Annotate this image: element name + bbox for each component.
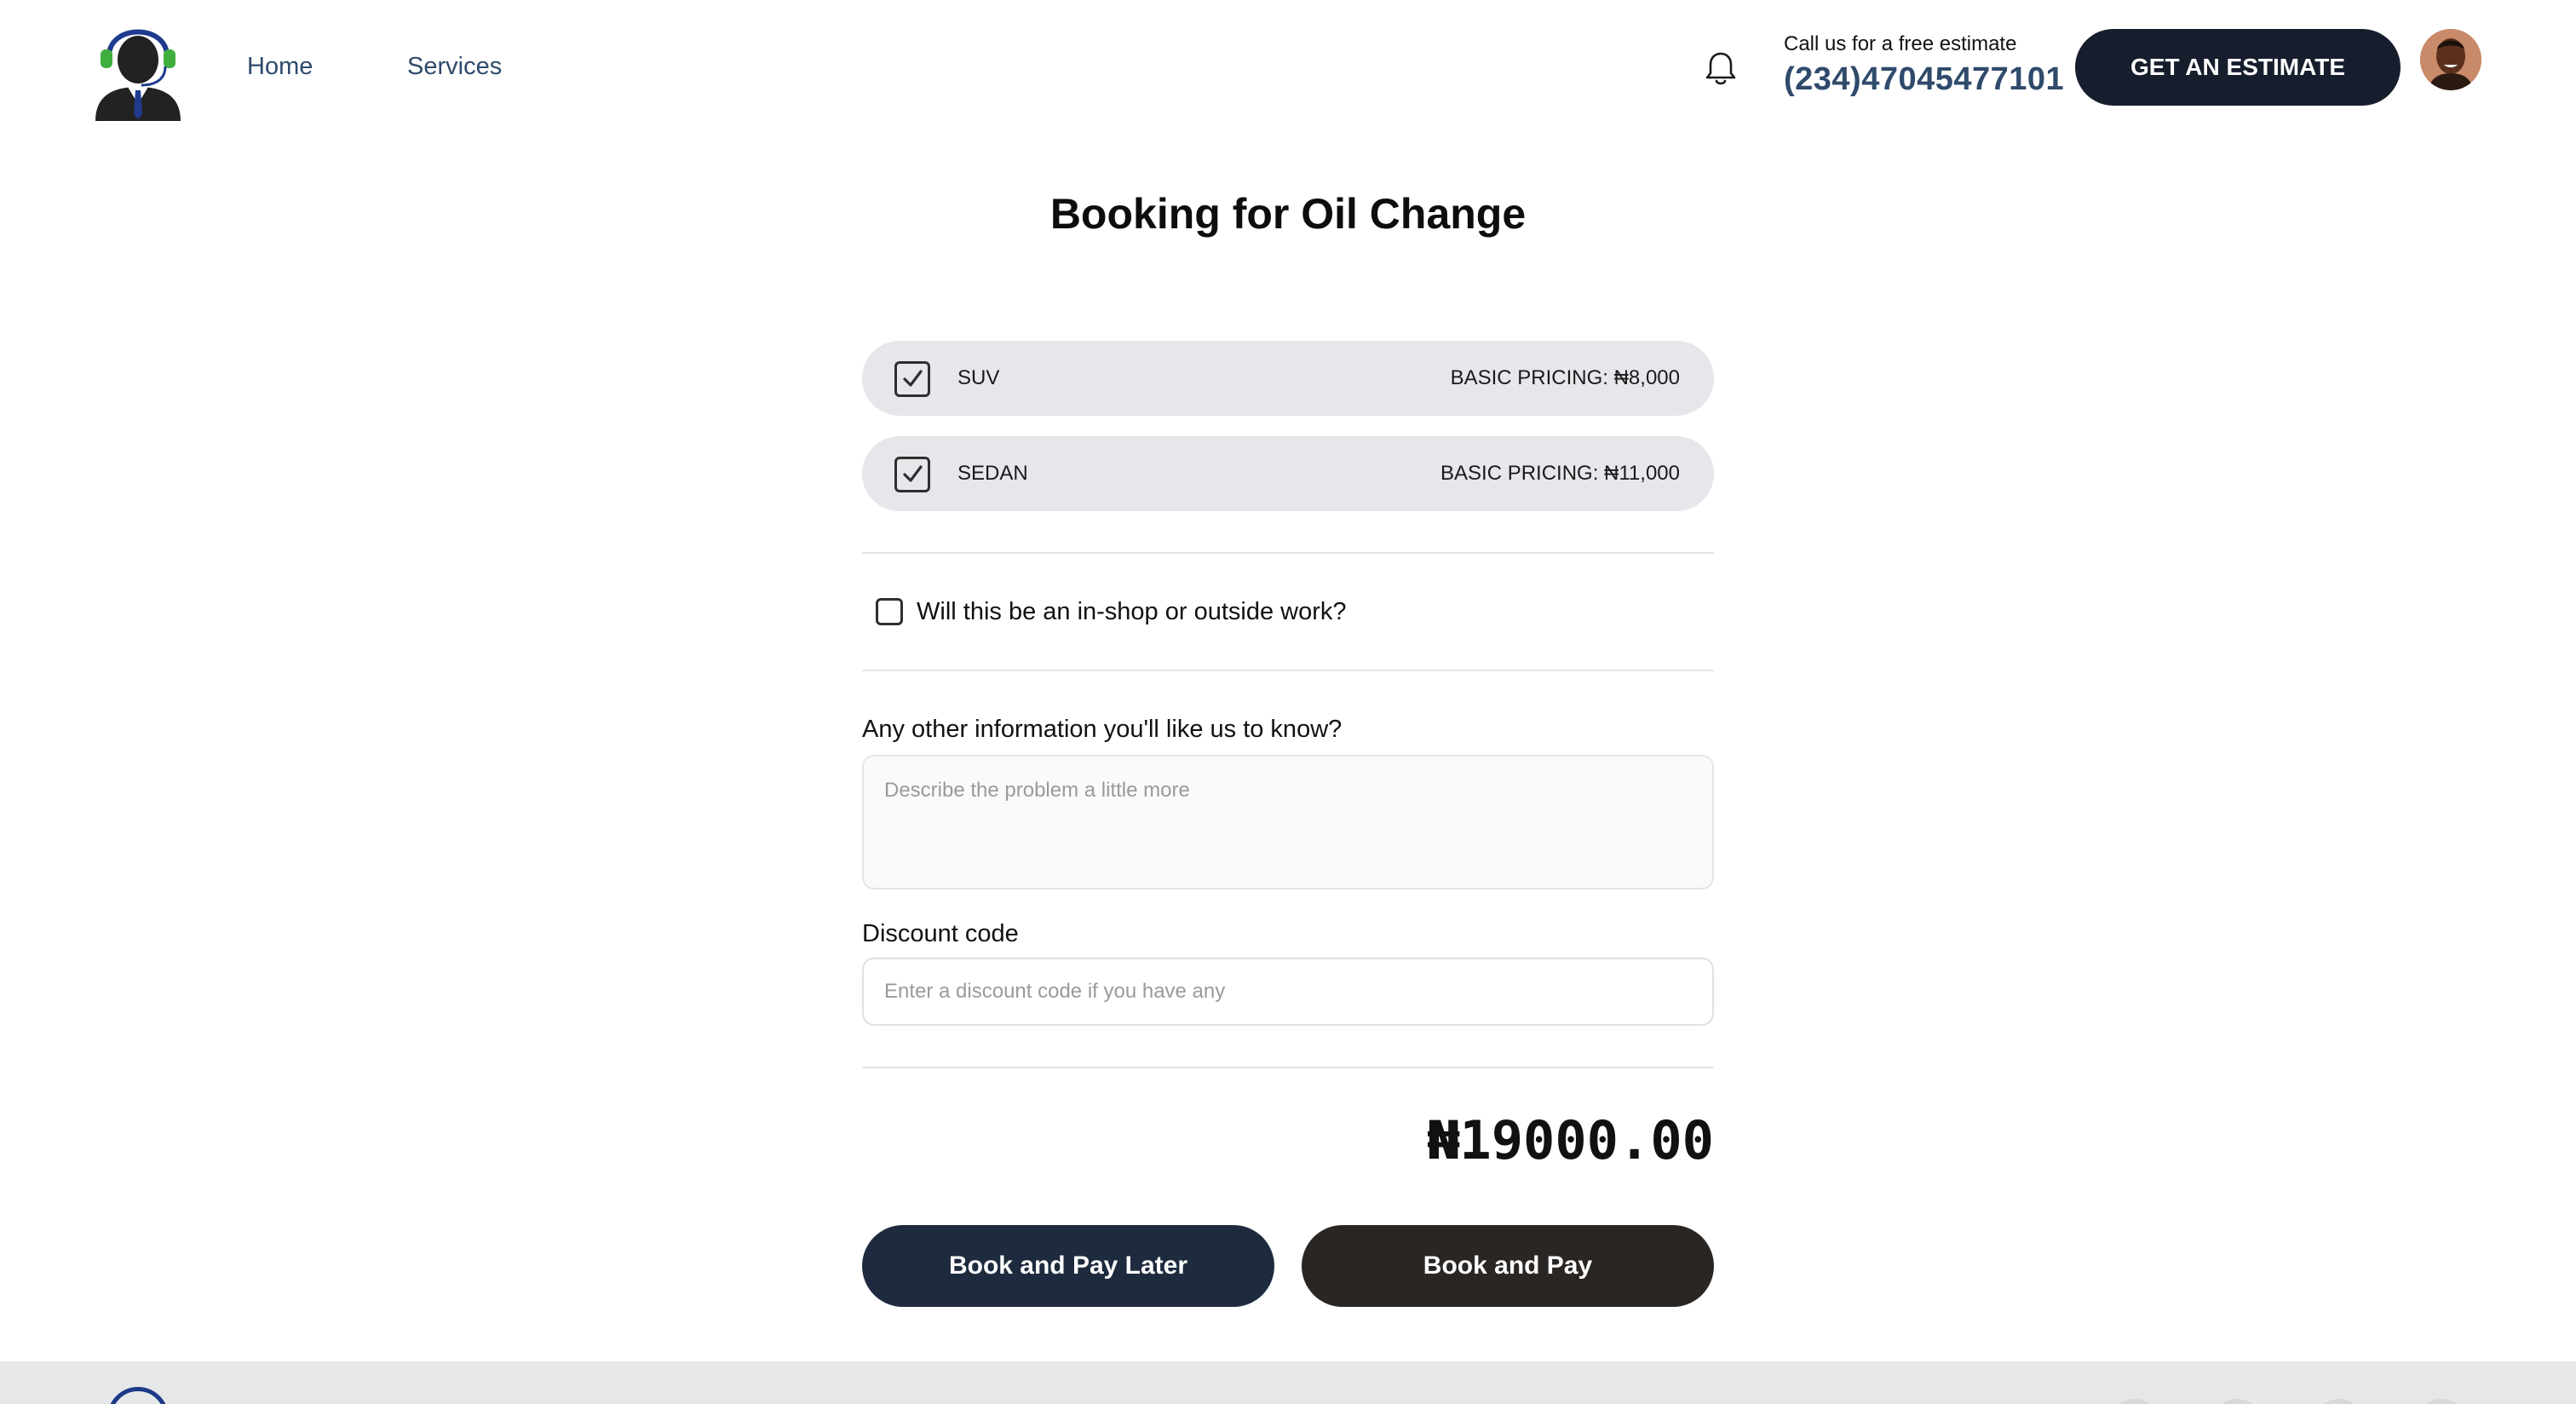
book-and-pay-button[interactable]: Book and Pay: [1302, 1225, 1714, 1307]
divider: [862, 552, 1714, 554]
checkmark-icon: [903, 465, 923, 482]
nav-home-link[interactable]: Home: [247, 53, 313, 81]
social-icon[interactable]: [2211, 1399, 2263, 1404]
page-title: Booking for Oil Change: [1049, 190, 1527, 238]
total-price: ₦19000.00: [1428, 1109, 1714, 1171]
call-caption: Call us for a free estimate: [1784, 32, 2017, 55]
suv-checkbox[interactable]: [894, 361, 930, 397]
book-and-pay-later-button[interactable]: Book and Pay Later: [862, 1225, 1274, 1307]
inshop-label[interactable]: Will this be an in-shop or outside work?: [917, 598, 1347, 626]
inshop-checkbox[interactable]: [876, 598, 903, 625]
site-header: Home Services Call us for a free estimat…: [0, 0, 2576, 136]
vehicle-price: BASIC PRICING: ₦11,000: [1440, 462, 1680, 485]
vehicle-option-suv[interactable]: SUV BASIC PRICING: ₦8,000: [862, 341, 1714, 416]
social-icon[interactable]: [2314, 1399, 2365, 1404]
divider: [862, 670, 1714, 671]
site-footer: [0, 1361, 2576, 1404]
social-icon[interactable]: [2109, 1399, 2160, 1404]
vehicle-name: SEDAN: [957, 462, 1028, 485]
other-info-textarea[interactable]: [862, 755, 1714, 889]
social-icon[interactable]: [2416, 1399, 2467, 1404]
sedan-checkbox[interactable]: [894, 457, 930, 492]
user-avatar-icon: [2420, 29, 2481, 90]
vehicle-name: SUV: [957, 366, 1000, 389]
support-agent-logo-icon[interactable]: [90, 15, 186, 121]
phone-number[interactable]: (234)47045477101: [1784, 61, 2064, 98]
vehicle-option-sedan[interactable]: SEDAN BASIC PRICING: ₦11,000: [862, 436, 1714, 511]
checkmark-icon: [903, 370, 923, 387]
discount-code-label: Discount code: [862, 920, 1019, 947]
bell-icon[interactable]: [1700, 48, 1741, 89]
discount-code-input[interactable]: [862, 958, 1714, 1026]
get-estimate-button[interactable]: GET AN ESTIMATE: [2075, 29, 2401, 106]
divider: [862, 1067, 1714, 1068]
nav-services-link[interactable]: Services: [407, 53, 502, 81]
other-info-label: Any other information you'll like us to …: [862, 716, 1343, 743]
footer-logo-icon[interactable]: [107, 1387, 169, 1404]
vehicle-price: BASIC PRICING: ₦8,000: [1450, 366, 1680, 389]
avatar[interactable]: [2420, 29, 2481, 90]
